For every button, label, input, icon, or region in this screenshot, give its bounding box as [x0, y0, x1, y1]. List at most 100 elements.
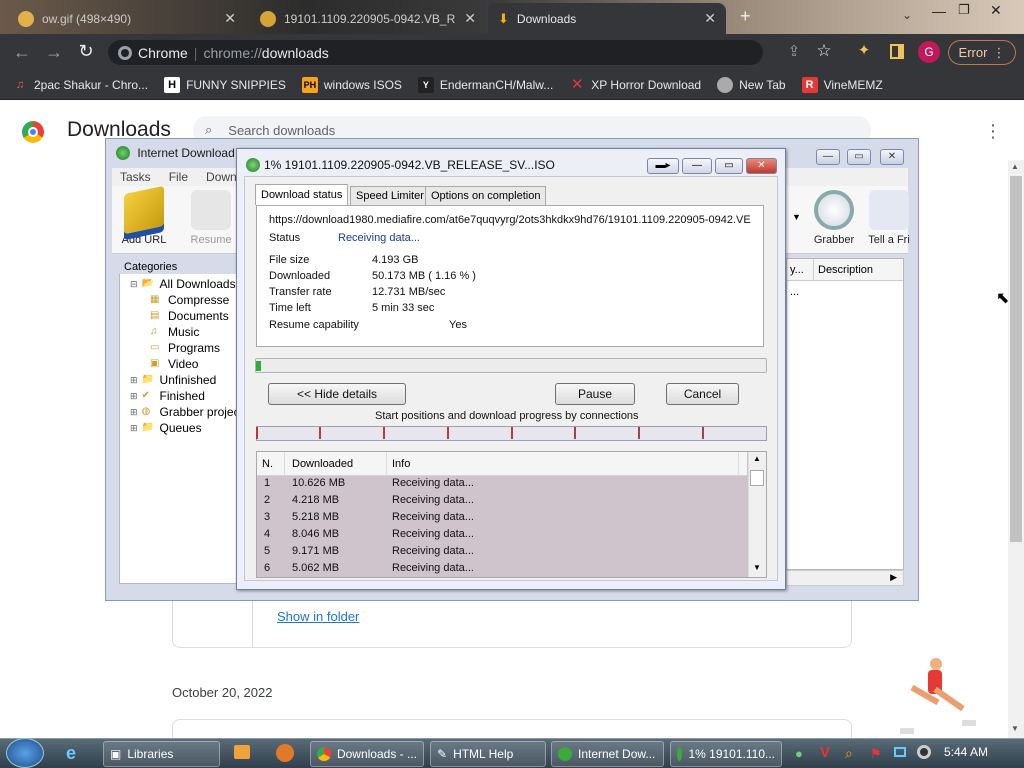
- tab-download-status[interactable]: Download status: [255, 184, 349, 205]
- idm-minimize-icon[interactable]: —: [816, 149, 840, 165]
- category-item[interactable]: ▤ Documents: [150, 308, 229, 324]
- scroll-right-icon[interactable]: ▶: [890, 572, 897, 583]
- scroll-down-icon[interactable]: ▼: [1011, 724, 1019, 733]
- scroll-up-icon[interactable]: ▲: [753, 454, 761, 463]
- close-window-icon[interactable]: ✕: [990, 2, 1002, 19]
- grid-hscrollbar[interactable]: ▶: [786, 570, 904, 586]
- tray-flag-icon[interactable]: ⚑: [870, 746, 882, 762]
- tree-toggle-icon[interactable]: ⊟: [130, 279, 138, 290]
- tray-search-icon[interactable]: ⌕: [845, 745, 853, 762]
- table-row[interactable]: 2 4.218 MB Receiving data...: [264, 494, 744, 511]
- forward-icon[interactable]: →: [42, 42, 66, 63]
- close-tab-icon[interactable]: ✕: [704, 10, 716, 27]
- taskbar-idm[interactable]: Internet Dow...: [551, 741, 664, 767]
- ie-icon[interactable]: e: [66, 743, 76, 764]
- app-orange-icon[interactable]: [276, 744, 294, 762]
- category-item[interactable]: ♫ Music: [150, 324, 199, 340]
- scrollbar-thumb[interactable]: [750, 470, 764, 486]
- new-tab-button[interactable]: +: [740, 6, 751, 27]
- taskbar-libraries[interactable]: ▣ Libraries: [103, 741, 220, 767]
- start-button[interactable]: [6, 738, 44, 768]
- tell-friend-button[interactable]: Tell a Fri: [866, 190, 912, 246]
- taskbar-downloads[interactable]: Downloads - ...: [310, 741, 424, 767]
- close-tab-icon[interactable]: ✕: [464, 10, 476, 27]
- bookmark-funny-snippies[interactable]: H FUNNY SNIPPIES: [164, 76, 286, 93]
- col-downloaded[interactable]: Downloaded: [292, 458, 353, 470]
- add-url-button[interactable]: Add URL: [116, 185, 172, 246]
- category-item[interactable]: ▭ Programs: [150, 340, 220, 356]
- tray-network-icon[interactable]: [894, 747, 906, 757]
- profile-avatar[interactable]: G: [918, 41, 940, 63]
- tab-downloads[interactable]: ⬇ Downloads ✕: [488, 3, 726, 34]
- scroll-down-icon[interactable]: ▼: [753, 563, 761, 572]
- category-item[interactable]: ⊞ 📁 Queues: [130, 420, 202, 436]
- menu-tasks[interactable]: Tasks: [120, 170, 151, 184]
- minimize-window-icon[interactable]: —: [932, 3, 946, 19]
- grid-header-col1[interactable]: y...: [790, 264, 804, 276]
- bookmark-star-icon[interactable]: ☆: [812, 41, 836, 61]
- taskbar-html-help[interactable]: ✎ HTML Help: [430, 741, 546, 767]
- error-button[interactable]: Error ⋮: [948, 40, 1016, 65]
- dialog-close-icon[interactable]: ✕: [746, 158, 777, 174]
- reload-icon[interactable]: ↻: [74, 41, 98, 62]
- taskbar-clock[interactable]: 5:44 AM: [944, 745, 988, 759]
- idm-close-icon[interactable]: ✕: [880, 149, 904, 165]
- table-scrollbar[interactable]: ▲ ▼: [748, 452, 766, 577]
- taskbar-download-progress[interactable]: 1% 19101.110...: [670, 741, 782, 767]
- pause-button[interactable]: Pause: [555, 383, 635, 405]
- category-item[interactable]: ⊟ 📂 All Downloads: [130, 276, 236, 292]
- tray-v-icon[interactable]: V: [820, 744, 830, 761]
- tree-toggle-icon[interactable]: ⊞: [130, 423, 138, 434]
- bookmark-enderman[interactable]: Y EndermanCH/Malw...: [417, 76, 553, 93]
- bookmark-vinememz[interactable]: R VineMEMZ: [801, 76, 883, 93]
- dialog-maximize-icon[interactable]: ▭: [715, 158, 743, 174]
- scroll-up-icon[interactable]: ▲: [1011, 162, 1019, 171]
- resume-button[interactable]: Resume: [183, 190, 239, 246]
- table-row[interactable]: 5 9.171 MB Receiving data...: [264, 545, 744, 562]
- tab-speed-limiter[interactable]: Speed Limiter: [350, 186, 430, 205]
- extensions-icon[interactable]: ✦: [852, 41, 876, 59]
- show-in-folder-link[interactable]: Show in folder: [277, 609, 359, 624]
- col-n[interactable]: N.: [262, 458, 273, 470]
- tab-iso[interactable]: 19101.1109.220905-0942.VB_RE ✕: [250, 3, 486, 34]
- table-row[interactable]: 6 5.062 MB Receiving data...: [264, 562, 744, 579]
- category-item[interactable]: ▦ Compresse: [150, 292, 229, 308]
- bookmark-new-tab[interactable]: New Tab: [717, 76, 786, 93]
- tree-toggle-icon[interactable]: ⊞: [130, 375, 138, 386]
- cancel-button[interactable]: Cancel: [666, 383, 739, 405]
- toolbar-dropdown-icon[interactable]: ▼: [792, 212, 801, 222]
- tab-options-on-completion[interactable]: Options on completion: [425, 186, 547, 205]
- category-item[interactable]: ▣ Video: [150, 356, 198, 372]
- category-item[interactable]: ⊞ ◍ Grabber projec: [130, 404, 240, 420]
- tree-toggle-icon[interactable]: ⊞: [130, 391, 138, 402]
- category-item[interactable]: ⊞ ✔ Finished: [130, 388, 205, 404]
- grabber-button[interactable]: Grabber: [806, 190, 862, 246]
- share-icon[interactable]: ⇪: [782, 42, 806, 60]
- close-tab-icon[interactable]: ✕: [224, 10, 236, 27]
- table-row[interactable]: 4 8.046 MB Receiving data...: [264, 528, 744, 545]
- address-bar[interactable]: Chrome | chrome://downloads: [108, 40, 763, 65]
- sidepanel-icon[interactable]: [890, 44, 904, 59]
- tree-toggle-icon[interactable]: ⊞: [130, 407, 138, 418]
- page-scrollbar-thumb[interactable]: [1010, 176, 1022, 542]
- tab-search-icon[interactable]: ⌄: [902, 8, 912, 22]
- table-row[interactable]: 3 5.218 MB Receiving data...: [264, 511, 744, 528]
- tray-idm-icon[interactable]: ●: [795, 746, 803, 761]
- bookmark-2pac[interactable]: ♫ 2pac Shakur - Chro...: [12, 77, 148, 93]
- hide-details-button[interactable]: << Hide details: [268, 383, 406, 405]
- category-item[interactable]: ⊞ 📁 Unfinished: [130, 372, 216, 388]
- bookmark-xp-horror[interactable]: ✕ XP Horror Download: [569, 76, 701, 93]
- col-info[interactable]: Info: [392, 458, 410, 470]
- dialog-extra-icon[interactable]: ▬▸: [647, 158, 679, 174]
- restore-window-icon[interactable]: ❐: [958, 2, 970, 18]
- grid-header-description[interactable]: Description: [818, 264, 873, 276]
- tray-chrome-icon[interactable]: [917, 745, 931, 759]
- idm-maximize-icon[interactable]: ▭: [847, 149, 871, 165]
- more-menu-icon[interactable]: ⋮: [984, 121, 1002, 142]
- menu-file[interactable]: File: [169, 170, 188, 184]
- back-icon[interactable]: ←: [10, 42, 34, 63]
- dialog-minimize-icon[interactable]: —: [682, 158, 712, 174]
- media-player-icon[interactable]: [234, 745, 250, 759]
- bookmark-windows-isos[interactable]: PH windows ISOS: [301, 76, 402, 93]
- tab-gif[interactable]: ow.gif (498×490) ✕: [8, 3, 246, 34]
